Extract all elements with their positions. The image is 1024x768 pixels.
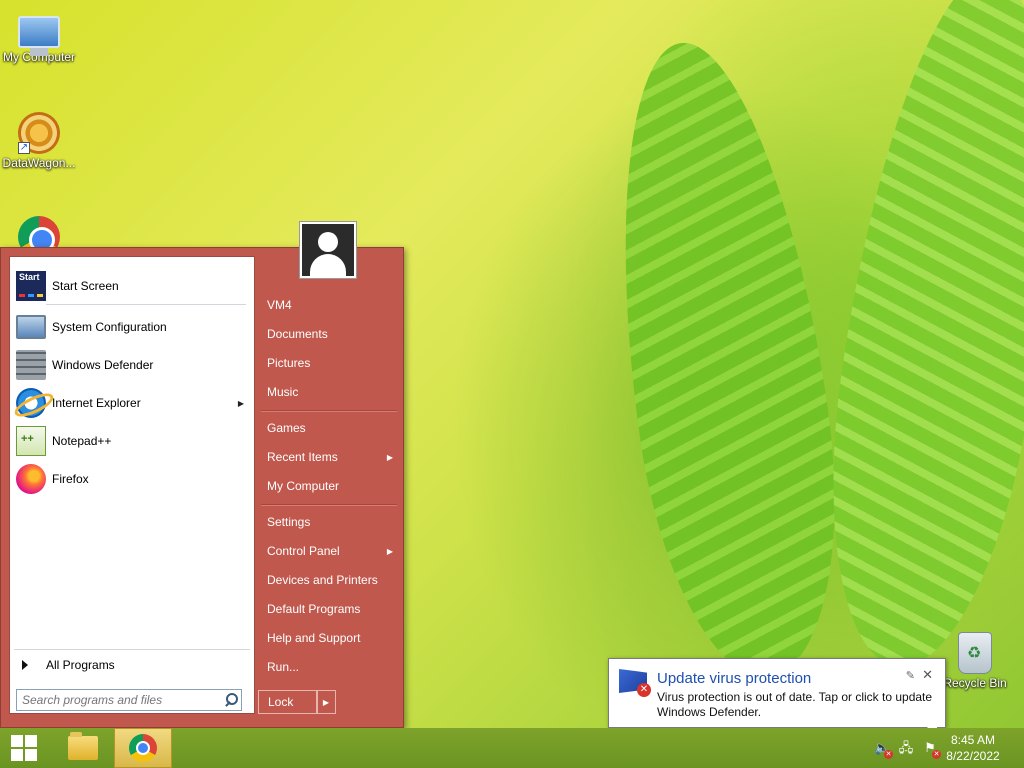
start-item-label: Run... (267, 660, 300, 674)
error-badge-icon: ✕ (637, 683, 651, 697)
notification-title: Update virus protection (657, 670, 812, 687)
clock-time: 8:45 AM (950, 733, 996, 747)
start-item-settings[interactable]: Settings (263, 510, 397, 534)
program-label: Internet Explorer (52, 396, 141, 410)
program-firefox[interactable]: Firefox (16, 462, 248, 496)
taskbar-file-explorer[interactable] (54, 728, 112, 768)
separator (14, 649, 250, 650)
start-menu: Start Start Screen System Configuration … (0, 247, 404, 728)
submenu-arrow-icon: ▶ (237, 398, 244, 408)
search-input[interactable] (17, 691, 221, 709)
program-windows-defender[interactable]: Windows Defender (16, 348, 248, 382)
user-icon (302, 224, 354, 276)
close-icon[interactable]: ✕ (922, 667, 933, 683)
start-item-recent-items[interactable]: Recent Items ▶ (263, 445, 397, 469)
start-item-documents[interactable]: Documents (263, 322, 397, 346)
start-item-devices-and-printers[interactable]: Devices and Printers (263, 568, 397, 592)
chrome-icon (129, 734, 157, 762)
program-label: Start Screen (52, 279, 119, 293)
notepad-plus-plus-icon (16, 426, 46, 456)
wallpaper-leaf (802, 0, 1024, 680)
desktop-icon-label: Recycle Bin (943, 676, 1007, 690)
wallpaper-leaf (586, 29, 864, 691)
desktop-icon-recycle-bin[interactable]: Recycle Bin (936, 632, 1014, 690)
network-icon[interactable]: 🖧 (898, 740, 914, 756)
program-label: Windows Defender (52, 358, 154, 372)
start-item-label: Control Panel (267, 544, 340, 558)
shortcut-arrow-icon: ↗ (18, 142, 30, 154)
user-avatar[interactable] (300, 222, 356, 278)
start-item-label: Help and Support (267, 631, 361, 645)
start-item-vm4[interactable]: VM4 (263, 293, 397, 317)
my-computer-icon (18, 16, 60, 56)
search-box (16, 689, 242, 711)
start-item-label: Games (267, 421, 306, 435)
desktop-icon-label: DataWagon... (2, 156, 76, 170)
volume-muted-icon[interactable]: 🔈 ✕ (874, 740, 893, 759)
power-options-button[interactable]: ▶ (316, 690, 336, 714)
start-item-default-programs[interactable]: Default Programs (263, 597, 397, 621)
program-label: Notepad++ (52, 434, 112, 448)
start-screen-icon: Start (16, 271, 46, 301)
lock-button[interactable]: Lock (258, 690, 318, 714)
pin-icon[interactable]: ✎ (906, 669, 915, 682)
all-programs-label: All Programs (46, 658, 115, 672)
separator (261, 410, 397, 411)
start-item-run[interactable]: Run... (263, 655, 397, 679)
start-item-help-and-support[interactable]: Help and Support (263, 626, 397, 650)
notification-body: Virus protection is out of date. Tap or … (657, 690, 933, 719)
start-item-label: My Computer (267, 479, 340, 493)
internet-explorer-icon (16, 388, 46, 418)
datawagon-icon: ↗ (18, 112, 60, 154)
start-item-label: Pictures (267, 356, 311, 370)
desktop-icon-datawagon[interactable]: ↗ DataWagon... (0, 112, 78, 170)
start-item-label: VM4 (267, 298, 292, 312)
start-item-label: Default Programs (267, 602, 361, 616)
start-button[interactable] (0, 728, 48, 768)
start-item-label: Music (267, 385, 299, 399)
program-system-configuration[interactable]: System Configuration (16, 310, 248, 344)
all-programs-button[interactable]: All Programs (18, 653, 250, 677)
all-programs-arrow-icon (22, 660, 28, 670)
taskbar: 🔈 ✕ 🖧 ⚑ ✕ 8:45 AM 8/22/2022 (0, 728, 1024, 768)
program-notepad-plus-plus[interactable]: Notepad++ (16, 424, 248, 458)
clock-date: 8/22/2022 (946, 749, 1000, 763)
taskbar-chrome[interactable] (114, 728, 172, 768)
search-icon[interactable] (221, 690, 241, 710)
recycle-bin-icon (958, 632, 992, 674)
start-menu-programs-pane: Start Start Screen System Configuration … (9, 256, 255, 714)
program-internet-explorer[interactable]: Internet Explorer ▶ (16, 386, 248, 420)
separator (261, 504, 397, 505)
separator (46, 304, 246, 305)
submenu-arrow-icon: ▶ (386, 452, 393, 462)
start-item-pictures[interactable]: Pictures (263, 351, 397, 375)
program-start-screen[interactable]: Start Start Screen (16, 269, 248, 303)
start-item-label: Recent Items (267, 450, 338, 464)
windows-defender-icon (16, 350, 46, 380)
start-item-my-computer[interactable]: My Computer (263, 474, 397, 498)
start-item-label: Devices and Printers (267, 573, 378, 587)
start-item-label: Settings (267, 515, 311, 529)
program-label: System Configuration (52, 320, 167, 334)
system-configuration-icon (16, 315, 46, 339)
desktop-icon-my-computer[interactable]: My Computer (0, 10, 78, 64)
start-item-music[interactable]: Music (263, 380, 397, 404)
lock-label: Lock (268, 695, 294, 709)
notification-balloon[interactable]: ✕ Update virus protection Virus protecti… (608, 658, 946, 737)
folder-icon (68, 732, 98, 760)
action-center-alert-icon[interactable]: ⚑ ✕ (922, 740, 941, 759)
chevron-right-icon: ▶ (322, 697, 330, 707)
firefox-icon (16, 464, 46, 494)
windows-logo-icon (11, 735, 37, 761)
start-item-control-panel[interactable]: Control Panel ▶ (263, 539, 397, 563)
start-item-games[interactable]: Games (263, 416, 397, 440)
system-clock[interactable]: 8:45 AM 8/22/2022 (938, 732, 1008, 764)
submenu-arrow-icon: ▶ (386, 546, 393, 556)
program-label: Firefox (52, 472, 89, 486)
start-item-label: Documents (267, 327, 328, 341)
